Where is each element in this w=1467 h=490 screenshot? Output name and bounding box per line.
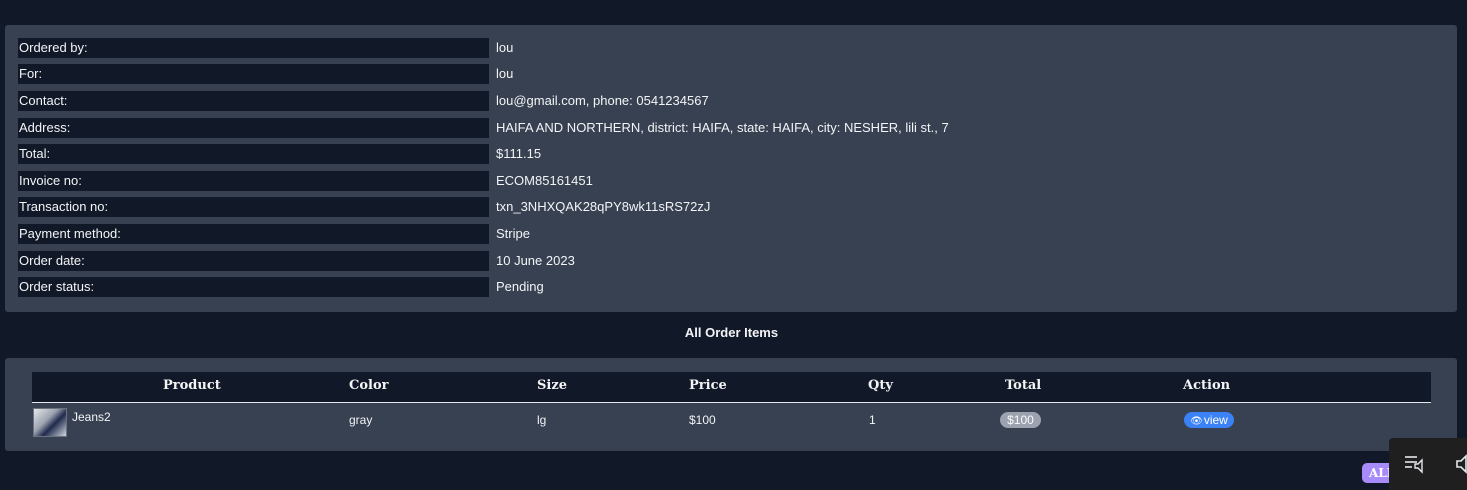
media-overlay <box>1389 438 1467 490</box>
info-label: Contact: <box>18 91 489 111</box>
info-row-for: For: lou <box>18 64 1438 84</box>
info-value: Stripe <box>496 226 530 241</box>
info-value: lou <box>496 66 514 81</box>
column-header-color: Color <box>349 378 389 393</box>
column-header-action: Action <box>1183 378 1231 393</box>
product-price: $100 <box>689 413 716 427</box>
section-title: All Order Items <box>684 325 779 340</box>
info-label: Order date: <box>18 251 489 271</box>
info-label: Address: <box>18 118 489 138</box>
order-items-card: Product Color Size Price Qty Total Actio… <box>5 358 1457 451</box>
total-badge: $100 <box>1000 412 1041 428</box>
info-row-address: Address: HAIFA AND NORTHERN, district: H… <box>18 118 1438 138</box>
info-row-transaction: Transaction no: txn_3NHXQAK28qPY8wk11sRS… <box>18 197 1438 217</box>
info-label: Invoice no: <box>18 171 489 191</box>
table-header: Product Color Size Price Qty Total Actio… <box>32 372 1431 403</box>
info-value: lou@gmail.com, phone: 0541234567 <box>496 93 709 108</box>
info-value: ECOM85161451 <box>496 173 593 188</box>
column-header-size: Size <box>537 378 567 393</box>
product-size: lg <box>537 413 547 427</box>
order-info-card: Ordered by: lou For: lou Contact: lou@gm… <box>5 25 1457 312</box>
info-row-order-status: Order status: Pending <box>18 277 1438 297</box>
speaker-icon[interactable] <box>1455 454 1467 474</box>
info-row-invoice: Invoice no: ECOM85161451 <box>18 171 1438 191</box>
info-value: 10 June 2023 <box>496 253 575 268</box>
info-value: HAIFA AND NORTHERN, district: HAIFA, sta… <box>496 120 949 135</box>
info-row-payment-method: Payment method: Stripe <box>18 224 1438 244</box>
info-label: Order status: <box>18 277 489 297</box>
info-label: Transaction no: <box>18 197 489 217</box>
info-value: $111.15 <box>496 146 542 161</box>
info-label: Total: <box>18 144 489 164</box>
column-header-qty: Qty <box>868 378 893 393</box>
info-row-contact: Contact: lou@gmail.com, phone: 054123456… <box>18 91 1438 111</box>
eye-icon: 👁 <box>1190 416 1203 427</box>
product-color: gray <box>349 413 373 427</box>
product-qty: 1 <box>869 413 876 427</box>
product-thumbnail <box>33 408 67 437</box>
info-row-order-date: Order date: 10 June 2023 <box>18 251 1438 271</box>
column-header-product: Product <box>163 378 221 393</box>
info-row-ordered-by: Ordered by: lou <box>18 38 1438 58</box>
info-value: Pending <box>496 279 544 294</box>
queue-icon[interactable] <box>1403 452 1425 474</box>
view-button-label: view <box>1203 413 1228 427</box>
info-value: txn_3NHXQAK28qPY8wk11sRS72zJ <box>496 199 711 214</box>
column-header-total: Total <box>1005 378 1042 393</box>
info-label: For: <box>18 64 489 84</box>
view-button[interactable]: 👁view <box>1184 412 1234 428</box>
column-header-price: Price <box>689 378 727 393</box>
info-value: lou <box>496 40 514 55</box>
info-label: Ordered by: <box>18 38 489 58</box>
product-name: Jeans2 <box>72 410 111 424</box>
info-label: Payment method: <box>18 224 489 244</box>
info-row-total: Total: $111.15 <box>18 144 1438 164</box>
